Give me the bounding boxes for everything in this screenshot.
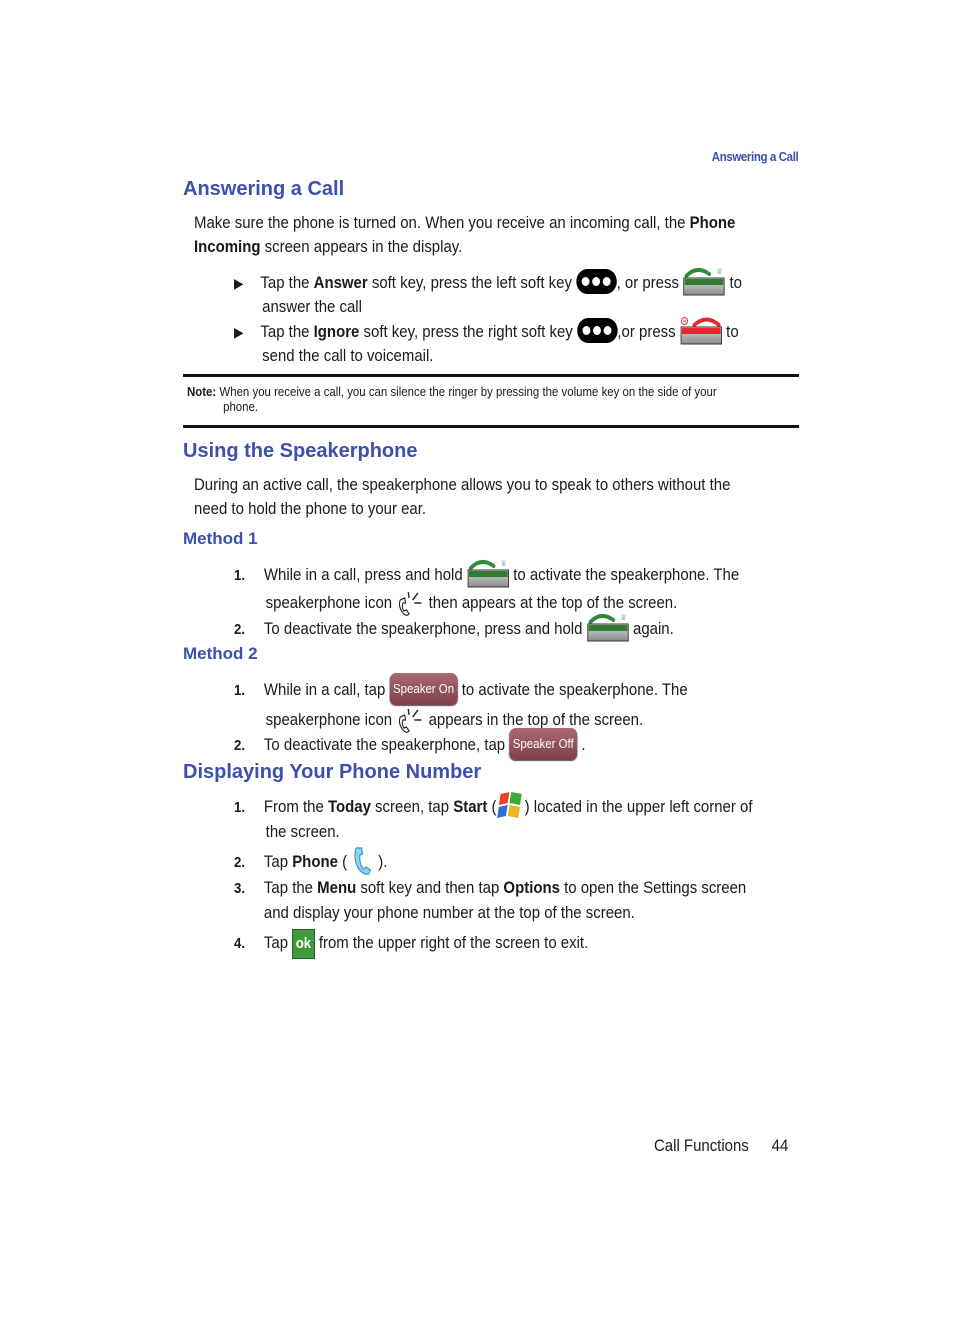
intro-line: need to hold the phone to your ear.: [194, 499, 427, 518]
speakerphone-intro: During an active call, the speakerphone …: [194, 473, 792, 521]
method-2-step-2: 2. To deactivate the speakerphone, tap Sp…: [234, 728, 797, 760]
left-soft-key-icon: [576, 269, 617, 294]
speaker-on-button[interactable]: Speaker On: [389, 673, 458, 705]
step-text: Tap the: [263, 878, 318, 897]
send-key-icon: [467, 558, 509, 588]
page-footer: Call Functions 44: [654, 1136, 788, 1156]
step-text: screen, tap: [370, 797, 454, 816]
step-continuation: and display your phone number at the top…: [263, 903, 635, 922]
phone-term: Phone: [292, 852, 338, 871]
ignore-bullet: ▶ Tap the Ignore soft key, press the righ…: [234, 315, 797, 367]
step-number: 2.: [234, 621, 246, 638]
step-number: 1.: [234, 799, 246, 816]
step-text: Tap: [263, 852, 293, 871]
intro-line: During an active call, the speakerphone …: [194, 475, 731, 494]
windows-start-icon: [497, 792, 522, 818]
step-text: ).: [374, 852, 388, 871]
step-number: 1.: [234, 682, 246, 699]
phone-number-step-4: 4. Tap ok from the upper right of the scr…: [234, 929, 797, 959]
chapter-name: Call Functions: [654, 1136, 749, 1155]
start-term: Start: [453, 797, 488, 816]
speaker-off-button[interactable]: Speaker Off: [509, 728, 578, 760]
running-head: Answering a Call: [711, 149, 798, 164]
bullet-text: , or press: [616, 273, 684, 292]
step-text: While in a call, tap: [263, 680, 390, 699]
step-text: to open the Settings screen: [559, 878, 747, 897]
step-text: To deactivate the speakerphone, tap: [263, 735, 510, 754]
section-title-speakerphone: Using the Speakerphone: [183, 440, 418, 462]
bullet-text: soft key, press the left soft key: [367, 273, 577, 292]
step-text: to activate the speakerphone. The: [509, 565, 740, 584]
step-text: speakerphone icon: [265, 710, 397, 729]
right-soft-key-icon: [576, 318, 618, 343]
note-text-continuation: phone.: [223, 399, 259, 414]
step-text: .: [581, 735, 586, 754]
bullet-text: soft key, press the right soft key: [359, 322, 577, 341]
step-text: soft key and then tap: [356, 878, 504, 897]
answering-intro: Make sure the phone is turned on. When y…: [194, 211, 792, 259]
send-key-icon: [587, 612, 629, 642]
ok-button[interactable]: ok: [292, 929, 315, 959]
section-title-phone-number: Displaying Your Phone Number: [183, 761, 482, 783]
step-text: from the upper right of the screen to ex…: [318, 933, 589, 952]
step-text: Tap: [263, 933, 293, 952]
method-2-title: Method 2: [183, 644, 258, 663]
phone-number-step-2: 2. Tap Phone ( ).: [234, 845, 797, 877]
method-1-step-1: 1. While in a call, press and hold to act…: [234, 558, 797, 618]
ignore-term: Ignore: [313, 322, 360, 341]
step-number: 4.: [234, 935, 246, 952]
bullet-text: to: [725, 273, 742, 292]
menu-term: Menu: [317, 878, 357, 897]
note-label: Note:: [187, 384, 217, 399]
phone-number-step-3: 3. Tap the Menu soft key and then tap Opt…: [234, 876, 797, 925]
section-title-answering: Answering a Call: [183, 178, 345, 200]
step-text: again.: [628, 619, 674, 638]
step-number: 2.: [234, 737, 246, 754]
step-number: 3.: [234, 880, 246, 897]
step-continuation: the screen.: [265, 822, 340, 841]
step-text: then appears at the top of the screen.: [424, 593, 678, 612]
page-number: 44: [771, 1136, 789, 1155]
phone-number-step-1: 1. From the Today screen, tap Start ( ) l…: [234, 791, 797, 844]
answer-term: Answer: [313, 273, 368, 292]
answer-bullet: ▶ Tap the Answer soft key, press the left…: [234, 266, 797, 318]
note-box: Note: When you receive a call, you can s…: [187, 384, 794, 414]
note-top-rule: [183, 374, 799, 377]
phone-app-icon: [354, 847, 372, 875]
bullet-text: ,or press: [617, 322, 680, 341]
options-term: Options: [503, 878, 560, 897]
method-2-step-1: 1. While in a call, tap Speaker On to act…: [234, 673, 797, 735]
bullet-arrow-icon: ▶: [234, 275, 244, 291]
step-text: From the: [263, 797, 328, 816]
send-key-icon: [683, 266, 725, 296]
method-1-step-2: 2. To deactivate the speakerphone, press …: [234, 612, 797, 642]
step-text: To deactivate the speakerphone, press an…: [263, 619, 587, 638]
note-text: When you receive a call, you can silence…: [216, 384, 717, 399]
bullet-text: to: [722, 322, 739, 341]
bullet-arrow-icon: ▶: [234, 324, 244, 340]
bullet-text: Tap the: [260, 322, 314, 341]
method-1-title: Method 1: [183, 529, 258, 548]
bullet-continuation: send the call to voicemail.: [262, 346, 434, 365]
today-term: Today: [327, 797, 371, 816]
end-key-icon: [680, 315, 722, 345]
step-number: 1.: [234, 567, 246, 584]
intro-text-end: screen appears in the display.: [260, 237, 463, 256]
step-text: (: [487, 797, 497, 816]
step-text: to activate the speakerphone. The: [457, 680, 688, 699]
note-bottom-rule: [183, 425, 799, 428]
step-text: ) located in the upper left corner of: [524, 797, 753, 816]
step-text: speakerphone icon: [265, 593, 397, 612]
intro-text: Make sure the phone is turned on. When y…: [194, 213, 690, 232]
step-number: 2.: [234, 854, 246, 871]
step-text: While in a call, press and hold: [263, 565, 467, 584]
bullet-text: Tap the: [260, 273, 314, 292]
step-text: (: [337, 852, 352, 871]
step-text: appears in the top of the screen.: [424, 710, 644, 729]
